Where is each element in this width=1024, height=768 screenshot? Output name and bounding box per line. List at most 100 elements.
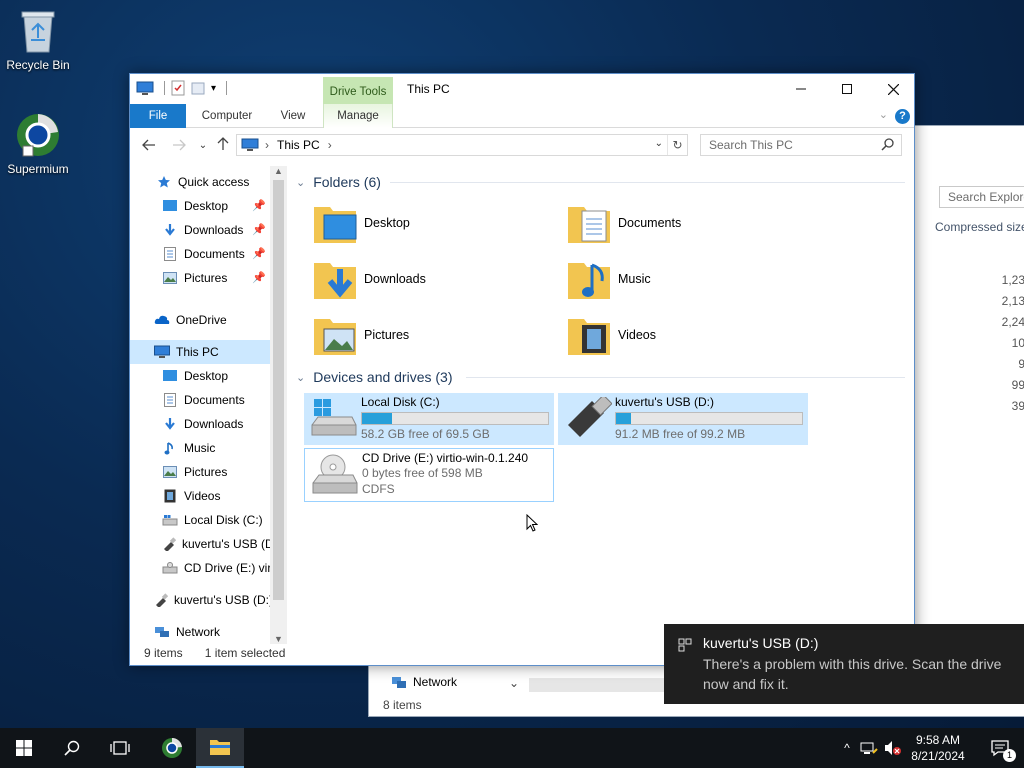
volume-muted-icon[interactable] xyxy=(884,740,902,756)
back-button[interactable] xyxy=(140,137,158,155)
minimize-button[interactable] xyxy=(778,74,824,104)
address-bar[interactable]: › This PC › ⌄ ↻ xyxy=(236,134,688,156)
nav-quick-pictures[interactable]: Pictures 📌 xyxy=(162,266,266,290)
taskbar-file-explorer[interactable] xyxy=(196,728,244,768)
nav-pc-videos[interactable]: Videos xyxy=(162,484,266,508)
taskbar-supermium[interactable] xyxy=(148,728,196,768)
new-folder-icon[interactable] xyxy=(191,80,205,96)
breadcrumb-this-pc[interactable]: This PC xyxy=(277,138,320,152)
nav-usb-root[interactable]: kuvertu's USB (D:) xyxy=(154,588,270,612)
folders-group-header[interactable]: ⌄ Folders (6) xyxy=(296,172,381,192)
folder-pictures[interactable]: Pictures xyxy=(302,310,552,360)
separator xyxy=(164,81,165,95)
recycle-bin-icon xyxy=(21,11,55,53)
compressed-size-column-header[interactable]: Compressed size xyxy=(935,220,1024,234)
nav-label: Music xyxy=(184,441,216,455)
title-bar[interactable]: ▾ Drive Tools This PC xyxy=(130,74,914,104)
folder-videos[interactable]: Videos xyxy=(556,310,806,360)
windows-logo-icon xyxy=(16,740,32,756)
recent-locations-dropdown[interactable]: ⌄ xyxy=(194,137,212,155)
close-button[interactable] xyxy=(870,74,914,104)
chevron-down-icon[interactable]: ⌄ xyxy=(509,676,525,692)
nav-quick-documents[interactable]: Documents 📌 xyxy=(162,242,266,266)
drives-group-header[interactable]: ⌄ Devices and drives (3) xyxy=(296,367,453,387)
background-nav-network[interactable]: Network xyxy=(391,674,457,690)
breadcrumb-chevron-icon[interactable]: › xyxy=(328,138,332,152)
scroll-up-icon[interactable]: ▲ xyxy=(270,166,287,176)
nav-label: kuvertu's USB (D xyxy=(182,537,270,551)
nav-pc-documents[interactable]: Documents xyxy=(162,388,266,412)
nav-label: Downloads xyxy=(184,223,244,237)
start-button[interactable] xyxy=(0,728,48,768)
drive-free-space: 91.2 MB free of 99.2 MB xyxy=(615,427,746,441)
nav-pc-music[interactable]: Music xyxy=(162,436,266,460)
breadcrumb-chevron-icon[interactable]: › xyxy=(265,138,269,152)
folder-music[interactable]: Music xyxy=(556,254,806,304)
action-center-button[interactable]: 1 xyxy=(976,728,1024,768)
nav-onedrive[interactable]: OneDrive xyxy=(154,308,266,332)
background-search-input[interactable]: Search Explore xyxy=(939,186,1024,208)
tab-file[interactable]: File xyxy=(130,104,186,128)
documents-icon xyxy=(162,392,178,408)
navigation-pane: Quick access Desktop 📌 Downloads 📌 Docum… xyxy=(130,164,286,644)
folder-label: Pictures xyxy=(364,328,410,342)
tab-computer[interactable]: Computer xyxy=(192,104,262,128)
search-icon xyxy=(881,138,894,151)
refresh-button[interactable]: ↻ xyxy=(667,135,687,155)
nav-pc-local-disk[interactable]: Local Disk (C:) xyxy=(162,508,266,532)
explorer-window[interactable]: ▾ Drive Tools This PC File Computer View… xyxy=(129,73,915,666)
nav-pc-cd-drive[interactable]: CD Drive (E:) virt xyxy=(162,556,270,580)
nav-quick-desktop[interactable]: Desktop 📌 xyxy=(162,194,266,218)
forward-button[interactable] xyxy=(170,137,188,155)
drive-notification-icon xyxy=(678,638,692,652)
show-hidden-icons-chevron-icon[interactable]: ^ xyxy=(838,741,856,755)
customize-toolbar-dropdown[interactable]: ▾ xyxy=(211,83,216,94)
music-folder-icon xyxy=(568,263,610,299)
chevron-down-icon: ⌄ xyxy=(296,371,306,384)
search-button[interactable] xyxy=(48,728,96,768)
expand-ribbon-button[interactable]: ⌄ xyxy=(879,108,888,121)
nav-quick-access[interactable]: Quick access xyxy=(156,170,268,194)
nav-quick-downloads[interactable]: Downloads 📌 xyxy=(162,218,266,242)
task-view-button[interactable] xyxy=(96,728,144,768)
desktop-icon-supermium[interactable]: Supermium xyxy=(0,112,76,176)
nav-this-pc[interactable]: This PC xyxy=(130,340,270,364)
nav-pc-downloads[interactable]: Downloads xyxy=(162,412,266,436)
help-button[interactable]: ? xyxy=(895,109,910,124)
drive-usb-d[interactable]: kuvertu's USB (D:) 91.2 MB free of 99.2 … xyxy=(558,393,808,445)
notification-count-badge: 1 xyxy=(1003,749,1016,762)
desktop-folder-icon xyxy=(162,368,178,384)
address-dropdown-icon[interactable]: ⌄ xyxy=(655,138,663,149)
nav-pane-scrollbar[interactable]: ▲ ▼ xyxy=(270,166,287,644)
drive-cd-e[interactable]: CD Drive (E:) virtio-win-0.1.240 0 bytes… xyxy=(304,448,554,502)
drive-usage-fill xyxy=(616,413,632,424)
nav-pc-desktop[interactable]: Desktop xyxy=(162,364,266,388)
drive-problem-notification[interactable]: kuvertu's USB (D:) There's a problem wit… xyxy=(664,624,1024,704)
tab-manage[interactable]: Manage xyxy=(323,104,393,128)
maximize-icon xyxy=(842,84,852,94)
taskbar-clock[interactable]: 9:58 AM 8/21/2024 xyxy=(906,732,970,764)
nav-pc-pictures[interactable]: Pictures xyxy=(162,460,266,484)
documents-icon xyxy=(162,246,178,262)
nav-pc-usb[interactable]: kuvertu's USB (D xyxy=(162,532,270,556)
desktop-folder-icon xyxy=(314,207,357,243)
search-input[interactable]: Search This PC xyxy=(700,134,902,156)
properties-icon[interactable] xyxy=(171,80,185,96)
pin-icon: 📌 xyxy=(252,200,266,212)
folders-header-label: Folders (6) xyxy=(313,174,381,190)
folder-documents[interactable]: Documents xyxy=(556,198,806,248)
scrollbar-thumb[interactable] xyxy=(273,180,284,600)
nav-label: OneDrive xyxy=(176,313,227,327)
maximize-button[interactable] xyxy=(824,74,870,104)
clock-date: 8/21/2024 xyxy=(911,749,965,763)
size-value: 39 xyxy=(1011,399,1024,413)
network-status-icon[interactable] xyxy=(860,740,878,756)
this-pc-icon xyxy=(154,344,170,360)
folder-desktop[interactable]: Desktop xyxy=(302,198,552,248)
drive-local-disk-c[interactable]: Local Disk (C:) 58.2 GB free of 69.5 GB xyxy=(304,393,554,445)
folder-downloads[interactable]: Downloads xyxy=(302,254,552,304)
tab-view[interactable]: View xyxy=(270,104,316,128)
desktop-icon-recycle-bin[interactable]: Recycle Bin xyxy=(0,8,76,72)
up-button[interactable] xyxy=(214,137,232,155)
notification-title: kuvertu's USB (D:) xyxy=(703,635,819,651)
